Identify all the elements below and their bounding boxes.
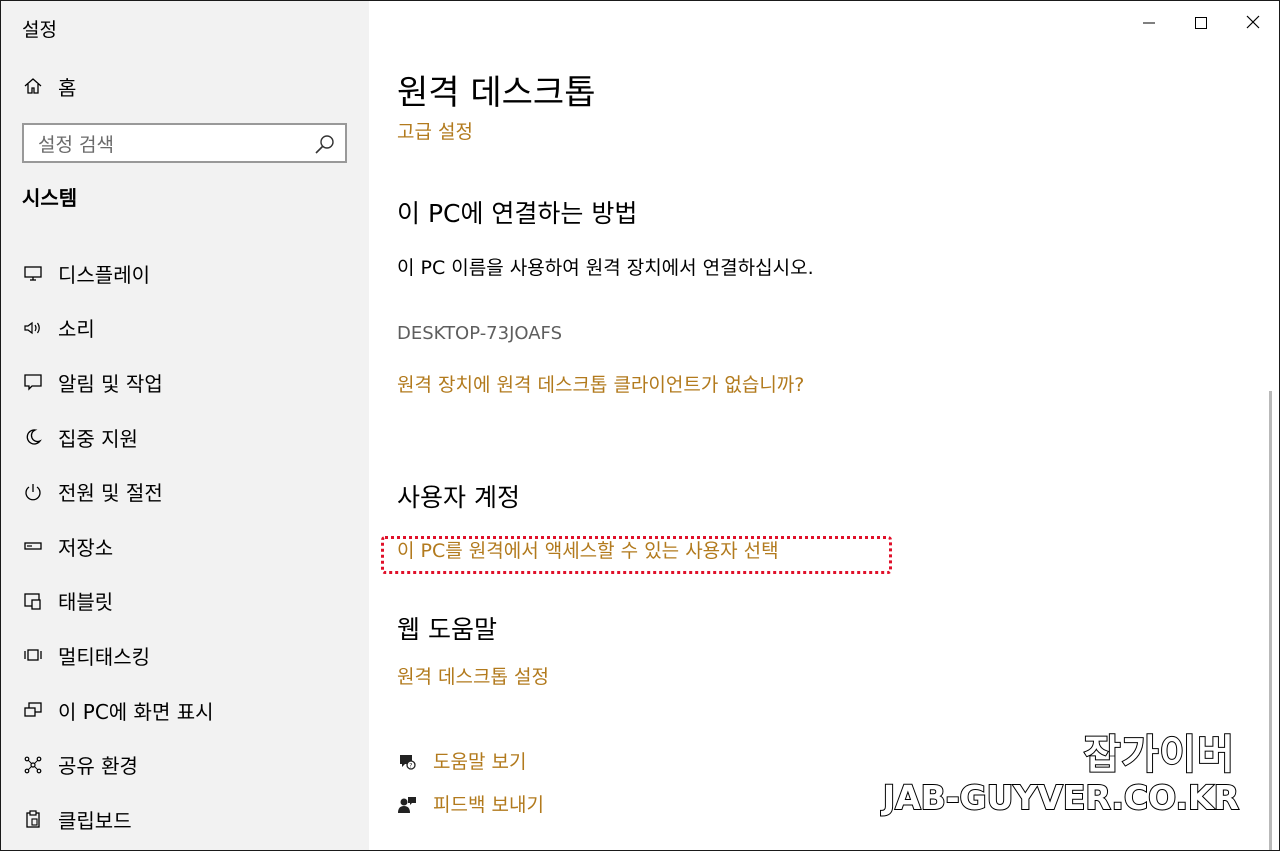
speaker-icon [22,317,44,339]
watermark-url: JAB-GUYVER.CO.KR [882,777,1240,818]
search-icon[interactable] [313,132,337,156]
scrollbar[interactable] [1269,391,1272,850]
svg-text:?: ? [409,763,412,770]
sidebar-item-shared-experiences[interactable]: 공유 환경 [1,737,369,792]
sidebar-item-label: 전원 및 절전 [58,481,163,506]
sidebar-item-label: 소리 [58,317,95,342]
sidebar-item-project[interactable]: 이 PC에 화면 표시 [1,683,369,738]
sidebar-item-label: 홈 [58,75,77,100]
sidebar-item-label: 디스플레이 [58,262,150,287]
tablet-icon [22,590,44,612]
search-input[interactable] [36,131,310,159]
page-title: 원격 데스크톱 [397,73,596,113]
help-chat-icon: ? [397,752,417,772]
sidebar-item-storage[interactable]: 저장소 [1,519,369,574]
get-help-row[interactable]: ? 도움말 보기 [397,747,526,777]
sidebar-item-label: 클립보드 [58,808,132,833]
monitor-icon [22,262,44,284]
app-title: 설정 [22,19,57,41]
user-accounts-heading: 사용자 계정 [397,483,520,512]
sidebar-item-label: 알림 및 작업 [58,371,163,396]
sidebar-item-power[interactable]: 전원 및 절전 [1,464,369,519]
sidebar-item-label: 멀티태스킹 [58,644,150,669]
watermark-title: 잡가이버 [1083,731,1235,779]
remote-desktop-settings-link[interactable]: 원격 데스크톱 설정 [397,662,549,692]
sidebar-item-display[interactable]: 디스플레이 [1,246,369,301]
sidebar-item-label: 집중 지원 [58,426,138,451]
get-help-link[interactable]: 도움말 보기 [433,747,526,777]
sidebar-item-label: 공유 환경 [58,754,138,779]
sidebar-item-clipboard[interactable]: 클립보드 [1,792,369,847]
sidebar-item-sound[interactable]: 소리 [1,301,369,356]
sidebar-item-label: 저장소 [58,535,114,560]
connect-description: 이 PC 이름을 사용하여 원격 장치에서 연결하십시오. [397,257,814,279]
storage-icon [22,535,44,557]
clipboard-icon [22,808,44,830]
sidebar-item-label: 태블릿 [58,590,114,615]
advanced-settings-link[interactable]: 고급 설정 [397,117,473,147]
web-help-heading: 웹 도움말 [397,615,497,644]
sidebar: 설정 홈 시스템 디스플레이 [1,1,369,850]
sidebar-item-label: 이 PC에 화면 표시 [58,699,214,724]
section-title: 시스템 [22,186,78,210]
sidebar-item-home[interactable]: 홈 [22,73,77,100]
home-icon [22,75,44,97]
sidebar-item-multitasking[interactable]: 멀티태스킹 [1,628,369,683]
connect-heading: 이 PC에 연결하는 방법 [397,199,638,228]
sidebar-item-focus-assist[interactable]: 집중 지원 [1,410,369,465]
sidebar-item-tablet[interactable]: 태블릿 [1,574,369,629]
search-box [22,123,347,163]
notification-icon [22,371,44,393]
send-feedback-link[interactable]: 피드백 보내기 [433,790,544,820]
sidebar-nav: 디스플레이 소리 알림 및 작업 집중 지원 전원 및 절전 저장소 태블릿 멀… [1,246,369,847]
share-icon [22,754,44,776]
power-icon [22,481,44,503]
project-icon [22,699,44,721]
pc-name: DESKTOP-73JOAFS [397,323,563,344]
select-users-link[interactable]: 이 PC를 원격에서 액세스할 수 있는 사용자 선택 [397,536,779,566]
feedback-icon [397,795,417,815]
sidebar-item-notifications[interactable]: 알림 및 작업 [1,355,369,410]
no-client-link[interactable]: 원격 장치에 원격 데스크톱 클라이언트가 없습니까? [397,370,897,401]
settings-window: 설정 홈 시스템 디스플레이 [0,0,1280,851]
moon-icon [22,426,44,448]
feedback-row[interactable]: 피드백 보내기 [397,790,544,820]
multitasking-icon [22,644,44,666]
